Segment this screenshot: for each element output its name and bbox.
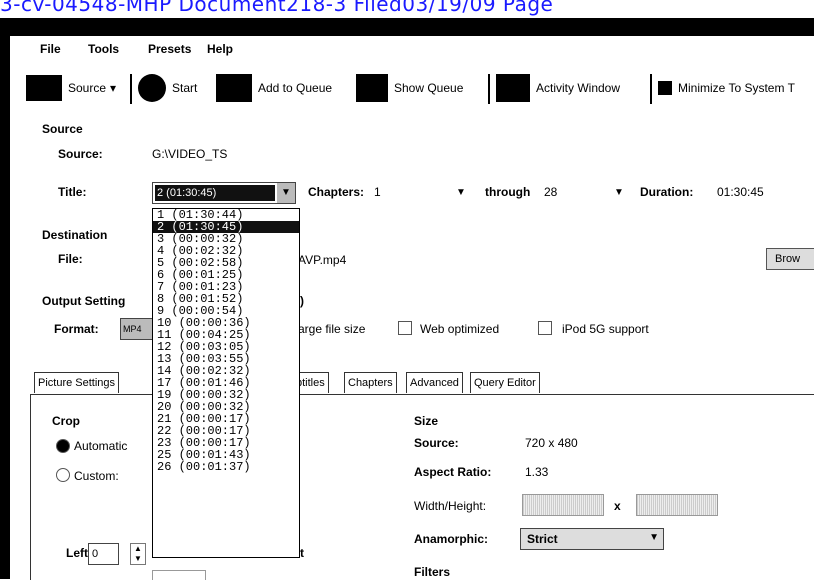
start-button[interactable]: Start: [138, 70, 197, 106]
menu-file[interactable]: File: [40, 42, 61, 56]
format-dropdown[interactable]: MP4: [120, 318, 154, 340]
anamorphic-dropdown[interactable]: Strict ▼: [520, 528, 664, 550]
aspect-ratio-label: Aspect Ratio:: [414, 465, 492, 479]
list-item[interactable]: 26 (00:01:37): [153, 461, 299, 473]
tab-chapters[interactable]: Chapters: [344, 372, 397, 393]
chevron-down-icon[interactable]: ▼: [456, 187, 466, 198]
activity-window-button[interactable]: Activity Window: [496, 70, 620, 106]
toolbar-separator: [488, 74, 490, 104]
menu-help[interactable]: Help: [207, 42, 233, 56]
add-to-queue-icon: [216, 74, 252, 102]
add-to-queue-button[interactable]: Add to Queue: [216, 70, 332, 106]
title-selected-value: 2 (01:30:45): [155, 185, 275, 201]
tab-advanced[interactable]: Advanced: [406, 372, 463, 393]
size-heading: Size: [414, 414, 439, 428]
document-header-text: 3-cv-04548-MHP Document218-3 Filed03/19/…: [0, 0, 554, 16]
large-file-size-label: arge file size: [298, 322, 366, 336]
crop-custom-radio[interactable]: [56, 468, 70, 482]
settings-tabs: Picture Settings btitles Chapters Advanc…: [34, 372, 814, 394]
width-height-separator: x: [614, 499, 621, 513]
width-input[interactable]: [522, 494, 604, 516]
source-button[interactable]: Source ▾: [26, 70, 116, 106]
file-path-field[interactable]: AVP.mp4: [298, 253, 346, 267]
output-settings-paren: ): [300, 294, 304, 308]
title-label: Title:: [58, 185, 87, 199]
source-icon: [26, 75, 62, 101]
start-icon: [138, 74, 166, 102]
crop-automatic-label: Automatic: [74, 439, 128, 453]
ipod-support-label: iPod 5G support: [562, 322, 649, 336]
web-optimized-label: Web optimized: [420, 322, 500, 336]
chevron-down-icon: ▼: [649, 532, 659, 543]
filters-heading: Filters: [414, 565, 451, 579]
menu-presets[interactable]: Presets: [148, 42, 191, 56]
source-label: Source:: [58, 147, 103, 161]
destination-heading: Destination: [42, 228, 108, 242]
anamorphic-selected-value: Strict: [527, 532, 558, 546]
crop-left-stepper[interactable]: ▲ ▼: [130, 543, 146, 565]
duration-value: 01:30:45: [717, 185, 764, 199]
partial-label-t: t: [300, 546, 304, 560]
width-height-label: Width/Height:: [414, 499, 487, 513]
ipod-support-checkbox[interactable]: [538, 321, 552, 335]
through-label: through: [485, 185, 531, 199]
menu-tools[interactable]: Tools: [88, 42, 119, 56]
minimize-to-tray-button[interactable]: Minimize To System T: [658, 70, 795, 106]
menu-bar: File Tools Presets Help: [10, 36, 814, 60]
web-optimized-checkbox[interactable]: [398, 321, 412, 335]
show-queue-icon: [356, 74, 388, 102]
duration-label: Duration:: [640, 185, 694, 199]
window-left-border: [0, 36, 10, 579]
crop-left-input[interactable]: 0: [88, 543, 119, 565]
size-source-label: Source:: [414, 436, 459, 450]
window-title-bar: [0, 18, 814, 36]
crop-left-label: Left: [66, 546, 88, 560]
chevron-down-icon[interactable]: ▼: [614, 187, 624, 198]
tab-query-editor[interactable]: Query Editor: [470, 372, 540, 393]
title-dropdown[interactable]: 2 (01:30:45) ▼: [152, 182, 296, 204]
source-heading: Source: [42, 122, 83, 136]
anamorphic-label: Anamorphic:: [414, 532, 489, 546]
crop-heading: Crop: [52, 414, 80, 428]
chevron-down-icon: ▾: [110, 81, 117, 95]
tab-picture-settings[interactable]: Picture Settings: [34, 372, 120, 393]
aspect-ratio-value: 1.33: [525, 465, 549, 479]
chapters-to-select[interactable]: 28: [544, 185, 557, 199]
output-settings-heading: Output Setting: [42, 294, 126, 308]
chapters-from-select[interactable]: 1: [374, 185, 381, 199]
minimize-icon: [658, 81, 672, 95]
toolbar-separator: [130, 74, 132, 104]
format-label: Format:: [54, 322, 99, 336]
toolbar: Source ▾ Start Add to Queue Show Queue A…: [10, 62, 814, 114]
chevron-down-icon[interactable]: ▼: [277, 183, 295, 203]
show-queue-button[interactable]: Show Queue: [356, 70, 463, 106]
size-source-value: 720 x 480: [525, 436, 578, 450]
toolbar-separator: [650, 74, 652, 104]
crop-automatic-radio[interactable]: [56, 439, 70, 453]
file-label: File:: [58, 252, 83, 266]
source-path: G:\VIDEO_TS: [152, 147, 228, 161]
crop-custom-label: Custom:: [74, 469, 119, 483]
activity-window-icon: [496, 74, 530, 102]
title-dropdown-list[interactable]: 1 (01:30:44) 2 (01:30:45) 3 (00:00:32) 4…: [152, 208, 300, 558]
browse-button[interactable]: Brow: [766, 248, 814, 270]
height-input[interactable]: [636, 494, 718, 516]
chapters-label: Chapters:: [308, 185, 365, 199]
